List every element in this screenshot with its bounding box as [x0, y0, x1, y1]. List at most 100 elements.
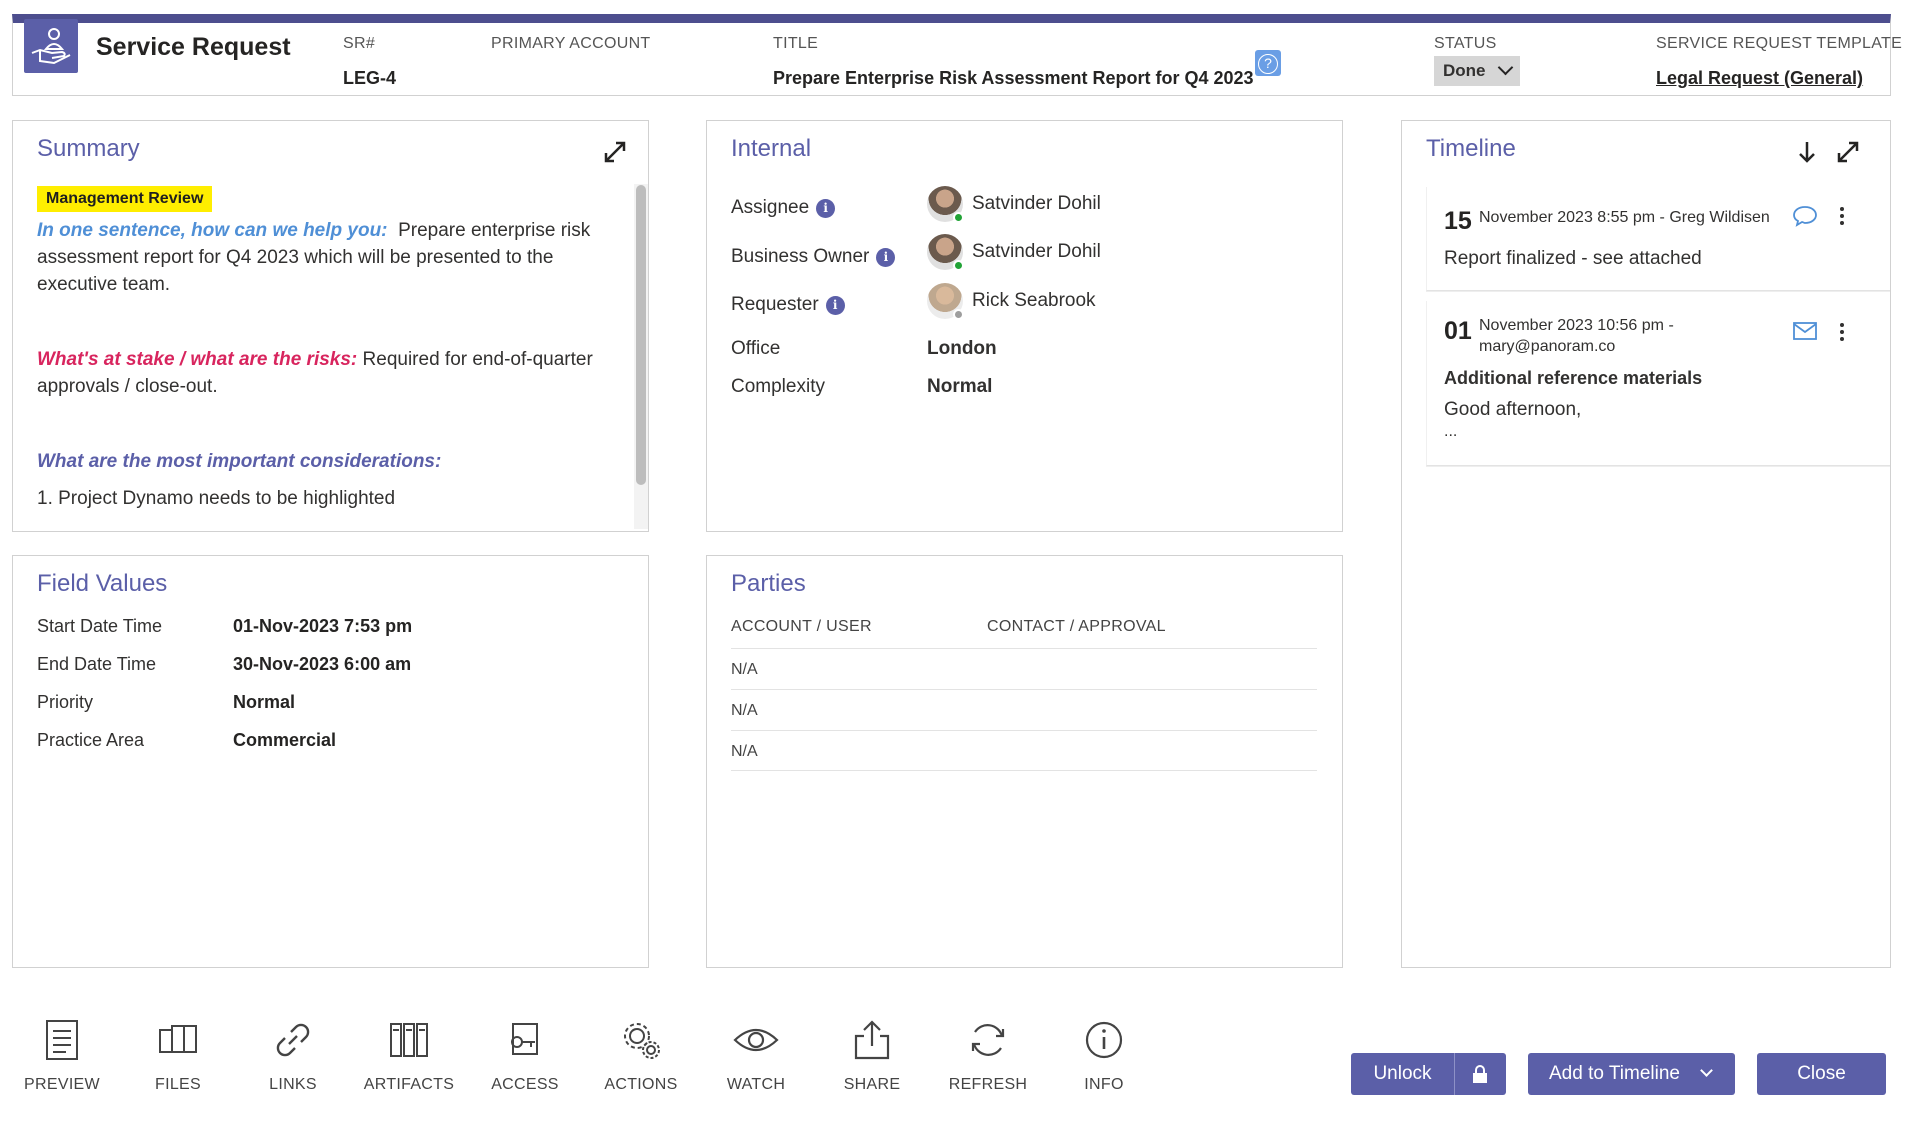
business-owner-value[interactable]: Satvinder Dohil [972, 241, 1101, 263]
management-review-badge: Management Review [37, 186, 213, 212]
toolbar-info-label[interactable]: INFO [1054, 1076, 1154, 1094]
mail-icon[interactable] [1792, 321, 1818, 341]
timeline-entry-meta: November 2023 10:56 pm - [1479, 317, 1674, 334]
title-label: TITLE [773, 35, 819, 52]
toolbar-files-label[interactable]: FILES [128, 1076, 228, 1094]
field-value: Commercial [233, 730, 337, 750]
assignee-label-text: Assignee [731, 197, 810, 218]
info-icon[interactable]: i [816, 199, 836, 218]
field-value: Normal [233, 692, 296, 712]
close-label: Close [1797, 1063, 1846, 1084]
field-values-title: Field Values [37, 570, 168, 597]
summary-scrollbar-thumb[interactable] [636, 185, 646, 485]
summary-title: Summary [37, 135, 140, 162]
field-label: End Date Time [37, 654, 157, 674]
internal-title: Internal [731, 135, 812, 162]
business-owner-label-text: Business Owner [731, 246, 870, 267]
parties-column-contact: CONTACT / APPROVAL [987, 618, 1166, 635]
unlock-button[interactable]: Unlock [1351, 1053, 1506, 1095]
sort-down-arrow-icon[interactable] [1794, 139, 1820, 165]
primary-account-label: PRIMARY ACCOUNT [491, 35, 651, 52]
info-icon[interactable]: i [825, 296, 845, 315]
table-row[interactable]: N/A [731, 730, 1317, 771]
field-label: Priority [37, 692, 94, 712]
assignee-value[interactable]: Satvinder Dohil [972, 193, 1101, 215]
summary-panel: Summary Management Review In one sentenc… [12, 120, 649, 532]
sr-value: LEG-4 [343, 68, 397, 88]
toolbar-share-label[interactable]: SHARE [822, 1076, 922, 1094]
timeline-entry[interactable]: 01 November 2023 10:56 pm - mary@panoram… [1426, 301, 1890, 466]
add-to-timeline-button[interactable]: Add to Timeline [1528, 1053, 1735, 1095]
artifacts-icon[interactable] [359, 1018, 459, 1062]
field-label: Start Date Time [37, 616, 163, 636]
table-row[interactable]: N/A [731, 689, 1317, 730]
requester-value[interactable]: Rick Seabrook [972, 290, 1096, 312]
toolbar-access-label[interactable]: ACCESS [475, 1076, 575, 1094]
timeline-entry[interactable]: 15 November 2023 8:55 pm - Greg Wildisen… [1426, 187, 1890, 291]
toolbar-actions-label[interactable]: ACTIONS [591, 1076, 691, 1094]
expand-icon[interactable] [1835, 139, 1861, 165]
info-circle-icon[interactable] [1054, 1018, 1154, 1062]
field-label: Practice Area [37, 730, 145, 750]
timeline-entry-meta: November 2023 8:55 pm - Greg Wildisen [1479, 209, 1770, 226]
assignee-label: Assignee i [731, 197, 836, 219]
timeline-entry-day: 01 [1444, 317, 1472, 345]
chevron-down-icon [1497, 59, 1514, 76]
preview-icon[interactable] [12, 1018, 112, 1062]
unlock-label: Unlock [1373, 1063, 1432, 1084]
refresh-icon[interactable] [938, 1018, 1038, 1062]
field-value: 01-Nov-2023 7:53 pm [233, 616, 413, 636]
office-value: London [927, 338, 997, 359]
help-icon[interactable]: ? [1255, 50, 1281, 76]
toolbar-preview-label[interactable]: PREVIEW [12, 1076, 112, 1094]
presence-online-icon [953, 260, 964, 271]
status-label: STATUS [1434, 35, 1497, 52]
timeline-panel: Timeline 15 November 2023 8:55 pm - Greg… [1401, 120, 1891, 968]
add-to-timeline-label: Add to Timeline [1549, 1063, 1680, 1084]
actions-gear-icon[interactable] [591, 1018, 691, 1062]
share-icon[interactable] [822, 1018, 922, 1062]
parties-column-account: ACCOUNT / USER [731, 618, 872, 635]
complexity-label: Complexity [731, 376, 825, 397]
field-value: 30-Nov-2023 6:00 am [233, 654, 412, 674]
chat-icon[interactable] [1792, 205, 1818, 227]
timeline-entry-heading: Additional reference materials [1444, 368, 1703, 388]
toolbar-links-label[interactable]: LINKS [243, 1076, 343, 1094]
more-options-icon[interactable] [1840, 207, 1844, 228]
business-owner-label: Business Owner i [731, 246, 896, 268]
expand-icon[interactable] [602, 139, 628, 165]
toolbar-watch-label[interactable]: WATCH [706, 1076, 806, 1094]
presence-online-icon [953, 212, 964, 223]
files-icon[interactable] [128, 1018, 228, 1062]
sr-label: SR# [343, 35, 376, 52]
template-link[interactable]: Legal Request (General) [1656, 68, 1863, 89]
parties-title: Parties [731, 570, 806, 597]
summary-answer-considerations: 1. Project Dynamo needs to be highlighte… [37, 488, 396, 509]
summary-body: Management Review In one sentence, how c… [37, 184, 625, 512]
status-dropdown[interactable]: Done [1434, 56, 1520, 86]
field-values-panel: Field Values Start Date Time 01-Nov-2023… [12, 555, 649, 968]
requester-label-text: Requester [731, 294, 819, 315]
watch-eye-icon[interactable] [706, 1018, 806, 1062]
toolbar-refresh-label[interactable]: REFRESH [938, 1076, 1038, 1094]
status-value: Done [1443, 61, 1486, 80]
internal-panel: Internal Assignee i Satvinder Dohil Busin… [706, 120, 1343, 532]
office-label: Office [731, 338, 781, 359]
timeline-entry-email: mary@panoram.co [1479, 338, 1616, 355]
summary-question-risks: What's at stake / what are the risks: [37, 349, 358, 370]
table-row[interactable]: N/A [731, 648, 1317, 689]
requester-label: Requester i [731, 294, 845, 316]
summary-question-help: In one sentence, how can we help you: [37, 220, 388, 241]
links-icon[interactable] [243, 1018, 343, 1062]
info-icon[interactable]: i [876, 248, 896, 267]
toolbar-artifacts-label[interactable]: ARTIFACTS [359, 1076, 459, 1094]
timeline-entry-text: Good afternoon, [1444, 399, 1582, 420]
timeline-entry-day: 15 [1444, 207, 1472, 235]
summary-question-considerations: What are the most important consideratio… [37, 451, 442, 472]
service-request-logo-icon [24, 19, 78, 73]
close-button[interactable]: Close [1757, 1053, 1886, 1095]
presence-offline-icon [953, 309, 964, 320]
more-options-icon[interactable] [1840, 323, 1844, 344]
access-key-icon[interactable] [475, 1018, 575, 1062]
title-value: Prepare Enterprise Risk Assessment Repor… [773, 68, 1254, 88]
